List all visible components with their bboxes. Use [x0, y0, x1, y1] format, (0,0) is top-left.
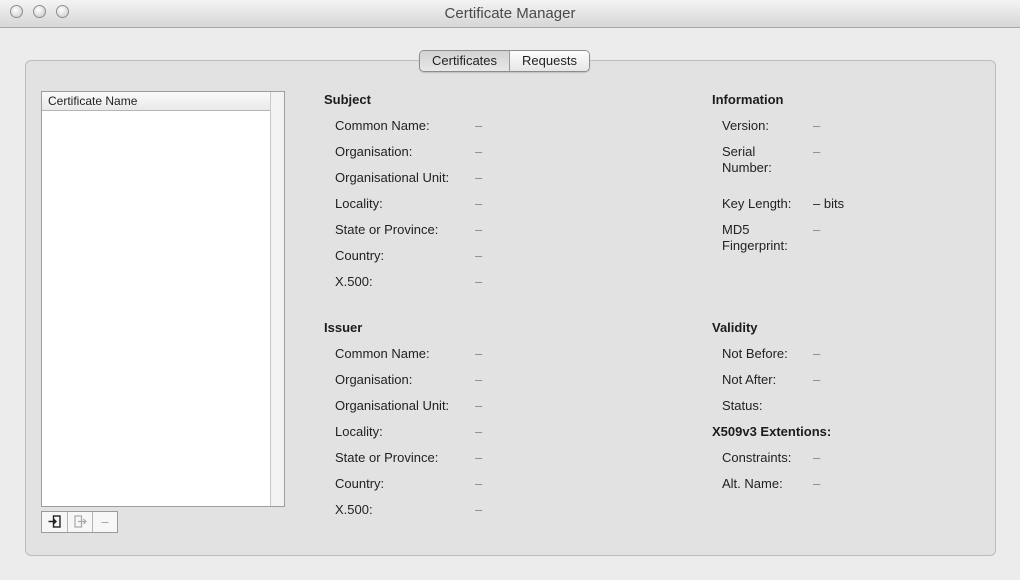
key-length-label: Key Length: — [722, 196, 792, 211]
issuer-state-label: State or Province: — [335, 450, 439, 465]
import-icon — [48, 515, 61, 528]
issuer-x500-label: X.500: — [335, 502, 373, 517]
tab-control: Certificates Requests — [419, 50, 590, 72]
not-before-value: – — [813, 346, 821, 361]
certificate-list[interactable]: Certificate Name — [41, 91, 285, 507]
version-value: – — [813, 118, 821, 133]
serial-number-value: – — [813, 144, 821, 159]
issuer-country-label: Country: — [335, 476, 385, 491]
issuer-organisation-label: Organisation: — [335, 372, 413, 387]
constraints-value: – — [813, 450, 821, 465]
md5-label-line1: MD5 — [722, 222, 750, 237]
not-after-value: – — [813, 372, 821, 387]
subject-heading: Subject — [324, 92, 371, 107]
subject-org-unit-value: – — [475, 170, 483, 185]
column-header-certificate-name[interactable]: Certificate Name — [42, 92, 272, 111]
issuer-state-value: – — [475, 450, 483, 465]
issuer-org-unit-label: Organisational Unit: — [335, 398, 450, 413]
issuer-heading: Issuer — [324, 320, 363, 335]
subject-country-label: Country: — [335, 248, 385, 263]
certificate-manager-window: Certificate Manager Certificates Request… — [0, 0, 1020, 580]
subject-x500-label: X.500: — [335, 274, 373, 289]
title-bar[interactable]: Certificate Manager — [0, 0, 1020, 28]
subject-common-name-value: – — [475, 118, 483, 133]
subject-state-value: – — [475, 222, 483, 237]
issuer-common-name-value: – — [475, 346, 483, 361]
serial-number-label-line1: Serial — [722, 144, 756, 159]
md5-fingerprint-value: – — [813, 222, 821, 237]
not-before-label: Not Before: — [722, 346, 788, 361]
validity-heading: Validity — [712, 320, 758, 335]
tab-certificates[interactable]: Certificates — [420, 51, 510, 71]
issuer-locality-label: Locality: — [335, 424, 383, 439]
issuer-organisation-value: – — [475, 372, 483, 387]
issuer-country-value: – — [475, 476, 483, 491]
subject-state-label: State or Province: — [335, 222, 439, 237]
subject-locality-label: Locality: — [335, 196, 383, 211]
subject-common-name-label: Common Name: — [335, 118, 430, 133]
alt-name-label: Alt. Name: — [722, 476, 783, 491]
subject-organisation-value: – — [475, 144, 483, 159]
key-length-value: – bits — [813, 196, 845, 211]
remove-button[interactable]: – — [92, 512, 117, 532]
serial-number-label-line2: Number: — [722, 160, 772, 175]
list-scrollbar[interactable] — [270, 92, 284, 506]
alt-name-value: – — [813, 476, 821, 491]
constraints-label: Constraints: — [722, 450, 792, 465]
window-title: Certificate Manager — [444, 5, 576, 22]
md5-label-line2: Fingerprint: — [722, 238, 788, 253]
issuer-locality-value: – — [475, 424, 483, 439]
export-button[interactable] — [67, 512, 92, 532]
import-button[interactable] — [42, 512, 67, 532]
list-toolbar: – — [41, 511, 118, 533]
not-after-label: Not After: — [722, 372, 777, 387]
information-heading: Information — [712, 92, 784, 107]
issuer-org-unit-value: – — [475, 398, 483, 413]
subject-x500-value: – — [475, 274, 483, 289]
status-label: Status: — [722, 398, 763, 413]
tab-requests[interactable]: Requests — [509, 51, 589, 71]
version-label: Version: — [722, 118, 769, 133]
subject-country-value: – — [475, 248, 483, 263]
issuer-x500-value: – — [475, 502, 483, 517]
issuer-common-name-label: Common Name: — [335, 346, 430, 361]
export-icon — [73, 515, 87, 528]
subject-locality-value: – — [475, 196, 483, 211]
subject-org-unit-label: Organisational Unit: — [335, 170, 450, 185]
subject-organisation-label: Organisation: — [335, 144, 413, 159]
x509v3-extensions-heading: X509v3 Extentions: — [712, 424, 832, 439]
